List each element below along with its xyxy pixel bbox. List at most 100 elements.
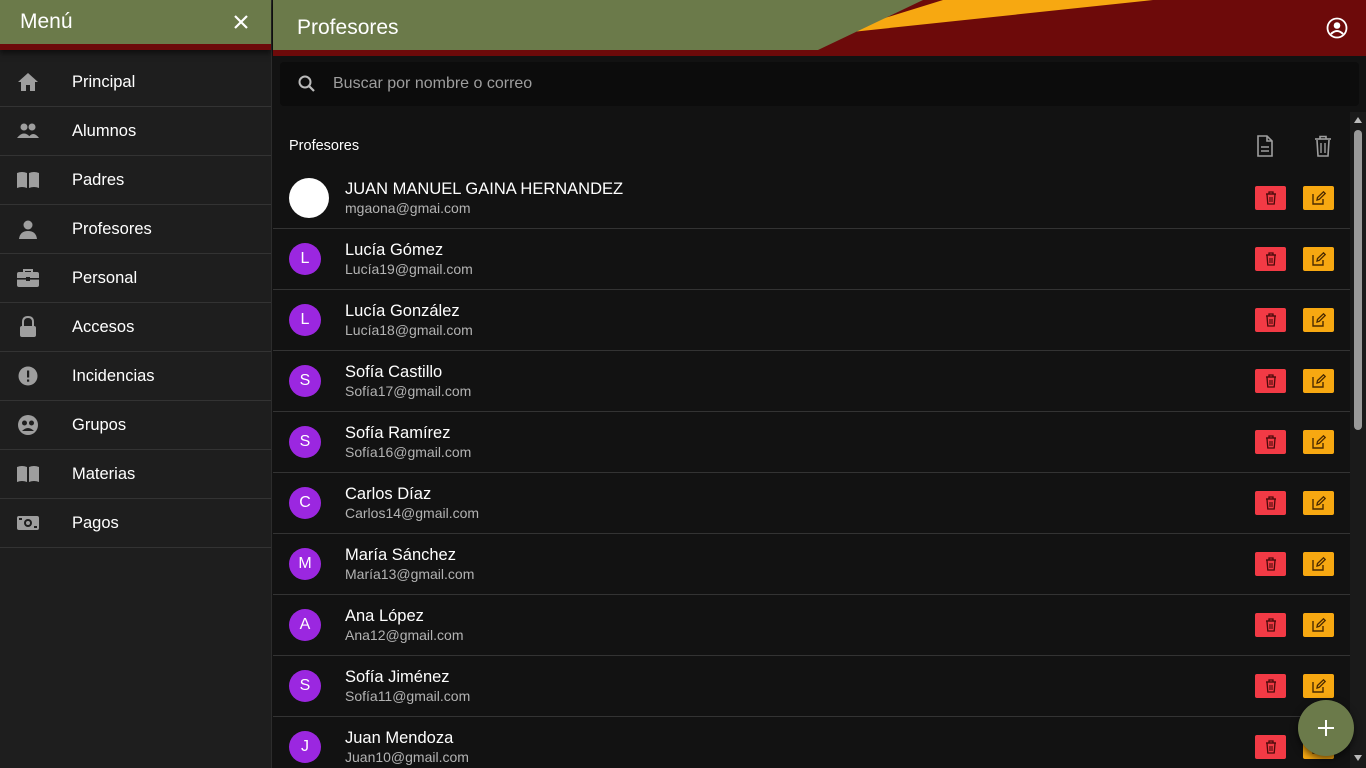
teacher-email: mgaona@gmai.com: [345, 199, 471, 216]
trash-icon: [1265, 496, 1277, 510]
delete-button[interactable]: [1255, 674, 1286, 698]
edit-button[interactable]: [1303, 186, 1334, 210]
alert-icon: [0, 366, 56, 386]
delete-button[interactable]: [1255, 552, 1286, 576]
list-item[interactable]: C Carlos Díaz Carlos14@gmail.com: [273, 473, 1350, 534]
scroll-down-arrow-icon[interactable]: [1353, 754, 1363, 764]
trash-icon: [1265, 557, 1277, 571]
delete-button[interactable]: [1255, 186, 1286, 210]
edit-button[interactable]: [1303, 369, 1334, 393]
sidebar-item-personal[interactable]: Personal: [0, 254, 271, 303]
edit-button[interactable]: [1303, 552, 1334, 576]
list-item[interactable]: S Sofía Castillo Sofía17@gmail.com: [273, 351, 1350, 412]
search-bar: [280, 62, 1359, 106]
search-input[interactable]: [333, 75, 1233, 93]
delete-button[interactable]: [1255, 247, 1286, 271]
delete-button[interactable]: [1255, 735, 1286, 759]
group-icon: [0, 414, 56, 436]
edit-button[interactable]: [1303, 491, 1334, 515]
list-title: Profesores: [289, 138, 360, 154]
list-item-text: JUAN MANUEL GAINA HERNANDEZ mgaona@gmai.c…: [345, 179, 623, 218]
list-item-text: Ana López Ana12@gmail.com: [345, 606, 464, 645]
sidebar-item-materias[interactable]: Materias: [0, 450, 271, 499]
teacher-name: JUAN MANUEL GAINA HERNANDEZ: [345, 179, 624, 198]
list-item[interactable]: S Sofía Ramírez Sofía16@gmail.com: [273, 412, 1350, 473]
sidebar-item-grupos[interactable]: Grupos: [0, 401, 271, 450]
edit-icon: [1311, 191, 1326, 205]
sidebar-item-principal[interactable]: Principal: [0, 58, 271, 107]
teacher-name: Juan Mendoza: [345, 728, 454, 747]
close-icon[interactable]: [231, 12, 251, 32]
scroll-up-arrow-icon[interactable]: [1353, 116, 1363, 126]
row-actions: [1255, 308, 1334, 332]
sidebar-item-label: Profesores: [72, 219, 152, 238]
list-item[interactable]: L Lucía Gómez Lucía19@gmail.com: [273, 229, 1350, 290]
row-actions: [1255, 369, 1334, 393]
delete-button[interactable]: [1255, 369, 1286, 393]
home-icon: [0, 72, 56, 92]
list-item-text: Sofía Castillo Sofía17@gmail.com: [345, 362, 471, 401]
edit-button[interactable]: [1303, 613, 1334, 637]
list-item[interactable]: S Sofía Jiménez Sofía11@gmail.com: [273, 656, 1350, 717]
teacher-email: Sofía17@gmail.com: [345, 382, 472, 399]
delete-button[interactable]: [1255, 491, 1286, 515]
list-item[interactable]: J Juan Mendoza Juan10@gmail.com: [273, 717, 1350, 768]
delete-button[interactable]: [1255, 430, 1286, 454]
account-circle-icon[interactable]: [1326, 17, 1348, 44]
delete-all-icon[interactable]: [1314, 135, 1332, 157]
export-document-icon[interactable]: [1256, 135, 1274, 157]
scrollbar[interactable]: [1350, 112, 1366, 768]
avatar: A: [289, 609, 321, 641]
avatar: S: [289, 670, 321, 702]
list-item[interactable]: JUAN MANUEL GAINA HERNANDEZ mgaona@gmai.c…: [273, 168, 1350, 229]
people-icon: [0, 122, 56, 140]
list-header-actions: [1256, 135, 1332, 157]
sidebar-item-label: Padres: [72, 170, 125, 189]
teacher-email: Ana12@gmail.com: [345, 626, 464, 643]
teacher-name: Sofía Castillo: [345, 362, 443, 381]
teachers-list: Profesores JUAN MANUEL GAINA HERNANDEZ mg…: [273, 124, 1350, 768]
trash-icon: [1265, 435, 1277, 449]
teacher-name: Sofía Jiménez: [345, 667, 450, 686]
list-item[interactable]: L Lucía González Lucía18@gmail.com: [273, 290, 1350, 351]
scroll-thumb[interactable]: [1354, 130, 1362, 430]
sidebar-item-accesos[interactable]: Accesos: [0, 303, 271, 352]
edit-icon: [1311, 313, 1326, 327]
app: Menú Principal Alumnos Padres Profesores Per…: [0, 0, 1366, 768]
sidebar-item-alumnos[interactable]: Alumnos: [0, 107, 271, 156]
sidebar-item-incidencias[interactable]: Incidencias: [0, 352, 271, 401]
book-icon: [0, 465, 56, 483]
delete-button[interactable]: [1255, 308, 1286, 332]
avatar: L: [289, 243, 321, 275]
edit-button[interactable]: [1303, 308, 1334, 332]
sidebar-item-label: Accesos: [72, 317, 135, 336]
edit-icon: [1311, 435, 1326, 449]
list-item[interactable]: M María Sánchez María13@gmail.com: [273, 534, 1350, 595]
edit-icon: [1311, 374, 1326, 388]
trash-icon: [1265, 313, 1277, 327]
page-title: Profesores: [297, 16, 399, 39]
person-icon: [0, 219, 56, 239]
teacher-name: Ana López: [345, 606, 424, 625]
avatar-photo: [289, 178, 329, 218]
plus-icon: [1318, 720, 1334, 736]
teacher-email: Carlos14@gmail.com: [345, 504, 480, 521]
row-actions: [1255, 430, 1334, 454]
edit-button[interactable]: [1303, 430, 1334, 454]
list-item[interactable]: A Ana López Ana12@gmail.com: [273, 595, 1350, 656]
edit-icon: [1311, 557, 1326, 571]
edit-button[interactable]: [1303, 247, 1334, 271]
add-teacher-button[interactable]: [1298, 700, 1354, 756]
sidebar-item-profesores[interactable]: Profesores: [0, 205, 271, 254]
delete-button[interactable]: [1255, 613, 1286, 637]
sidebar-item-pagos[interactable]: Pagos: [0, 499, 271, 548]
edit-icon: [1311, 252, 1326, 266]
teacher-email: Lucía18@gmail.com: [345, 321, 473, 338]
sidebar-item-padres[interactable]: Padres: [0, 156, 271, 205]
sidebar-item-label: Personal: [72, 268, 138, 287]
lock-icon: [0, 316, 56, 338]
row-actions: [1255, 491, 1334, 515]
trash-icon: [1265, 374, 1277, 388]
edit-button[interactable]: [1303, 674, 1334, 698]
list-item-text: Lucía González Lucía18@gmail.com: [345, 301, 473, 340]
